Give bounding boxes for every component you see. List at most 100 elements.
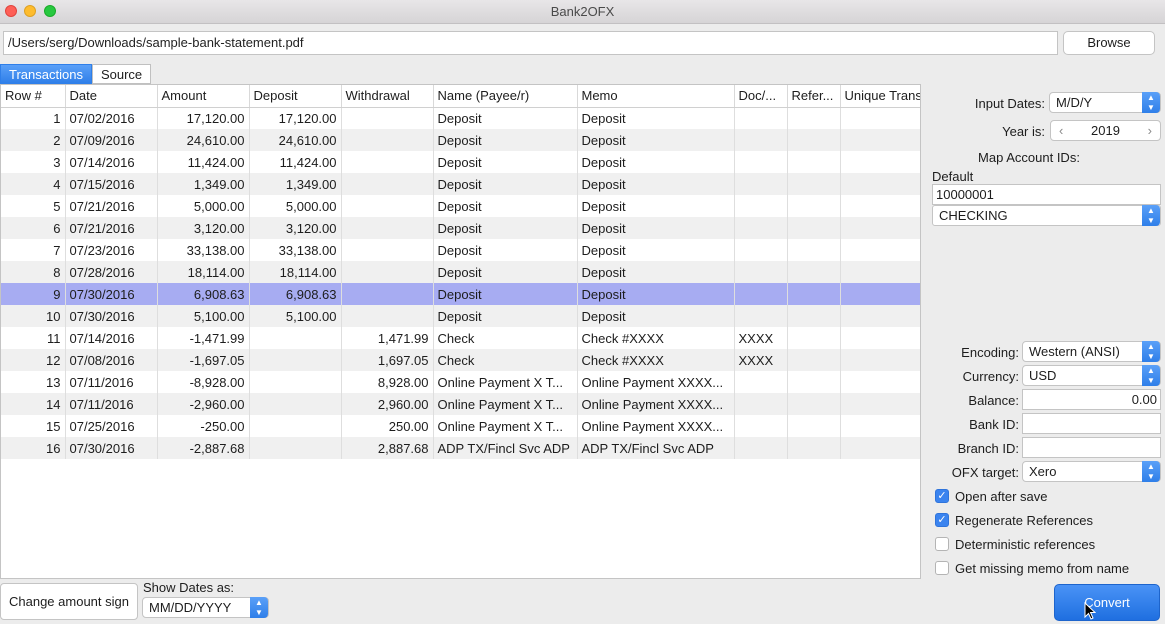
checkbox-icon[interactable] xyxy=(935,561,949,575)
table-cell[interactable]: 1,471.99 xyxy=(341,327,434,349)
table-cell[interactable] xyxy=(341,151,434,173)
table-cell[interactable]: 5 xyxy=(1,195,66,217)
file-path-input[interactable]: /Users/serg/Downloads/sample-bank-statem… xyxy=(3,31,1058,55)
table-cell[interactable]: 6,908.63 xyxy=(157,283,250,305)
table-cell[interactable]: 1,349.00 xyxy=(157,173,250,195)
column-header[interactable]: Doc/... xyxy=(734,85,788,108)
transactions-table[interactable]: Row # Date Amount Deposit Withdrawal Name (Pa… xyxy=(0,84,921,579)
table-cell[interactable]: 5,000.00 xyxy=(157,195,250,217)
table-cell[interactable]: 12 xyxy=(1,349,66,371)
table-cell[interactable]: Online Payment XXXX... xyxy=(577,415,735,437)
table-cell[interactable] xyxy=(840,107,920,129)
table-cell[interactable]: 07/21/2016 xyxy=(65,217,158,239)
table-cell[interactable] xyxy=(787,261,841,283)
table-cell[interactable] xyxy=(249,437,342,459)
table-cell[interactable]: 2,960.00 xyxy=(341,393,434,415)
table-row[interactable]: 3 07/14/2016 11,424.00 11,424.00 Deposit Depo… xyxy=(1,151,920,173)
table-cell[interactable]: 11,424.00 xyxy=(157,151,250,173)
table-row[interactable]: 13 07/11/2016 -8,928.00 8,928.00 Online Paym… xyxy=(1,371,920,393)
table-cell[interactable] xyxy=(840,195,920,217)
table-row[interactable]: 9 07/30/2016 6,908.63 6,908.63 Deposit Deposi… xyxy=(1,283,920,305)
table-cell[interactable] xyxy=(787,393,841,415)
table-cell[interactable]: 5,100.00 xyxy=(249,305,342,327)
table-row[interactable]: 12 07/08/2016 -1,697.05 1,697.05 Check Check … xyxy=(1,349,920,371)
table-cell[interactable] xyxy=(734,261,788,283)
table-cell[interactable]: 07/15/2016 xyxy=(65,173,158,195)
table-row[interactable]: 16 07/30/2016 -2,887.68 2,887.68 ADP TX/Finc… xyxy=(1,437,920,459)
checkbox-icon[interactable] xyxy=(935,537,949,551)
table-cell[interactable] xyxy=(840,437,920,459)
table-cell[interactable]: Deposit xyxy=(577,195,735,217)
table-cell[interactable]: 2 xyxy=(1,129,66,151)
table-row[interactable]: 2 07/09/2016 24,610.00 24,610.00 Deposit Depo… xyxy=(1,129,920,151)
table-cell[interactable]: Deposit xyxy=(577,217,735,239)
table-row[interactable]: 14 07/11/2016 -2,960.00 2,960.00 Online Paym… xyxy=(1,393,920,415)
table-cell[interactable]: 15 xyxy=(1,415,66,437)
table-cell[interactable]: 07/02/2016 xyxy=(65,107,158,129)
column-header[interactable]: Name (Payee/r) xyxy=(433,85,578,108)
table-cell[interactable]: ADP TX/Fincl Svc ADP xyxy=(577,437,735,459)
table-cell[interactable]: 07/30/2016 xyxy=(65,437,158,459)
table-cell[interactable] xyxy=(341,283,434,305)
table-cell[interactable] xyxy=(840,305,920,327)
table-cell[interactable] xyxy=(787,151,841,173)
table-cell[interactable]: 07/11/2016 xyxy=(65,393,158,415)
table-cell[interactable]: 5,100.00 xyxy=(157,305,250,327)
table-row[interactable]: 11 07/14/2016 -1,471.99 1,471.99 Check Check … xyxy=(1,327,920,349)
table-cell[interactable]: 2,887.68 xyxy=(341,437,434,459)
column-header[interactable]: Memo xyxy=(577,85,735,108)
table-cell[interactable]: 07/28/2016 xyxy=(65,261,158,283)
table-cell[interactable]: 8 xyxy=(1,261,66,283)
table-cell[interactable] xyxy=(341,305,434,327)
table-cell[interactable]: Deposit xyxy=(433,107,578,129)
table-cell[interactable]: 11,424.00 xyxy=(249,151,342,173)
table-cell[interactable]: 07/11/2016 xyxy=(65,371,158,393)
table-cell[interactable] xyxy=(840,261,920,283)
table-row[interactable]: 8 07/28/2016 18,114.00 18,114.00 Deposit Depo… xyxy=(1,261,920,283)
table-cell[interactable] xyxy=(734,283,788,305)
table-cell[interactable]: XXXX xyxy=(734,349,788,371)
table-cell[interactable]: 1,697.05 xyxy=(341,349,434,371)
table-cell[interactable]: 10 xyxy=(1,305,66,327)
deterministic-references-checkbox[interactable]: Deterministic references xyxy=(935,535,1095,553)
table-cell[interactable] xyxy=(787,415,841,437)
table-cell[interactable] xyxy=(787,305,841,327)
table-cell[interactable] xyxy=(840,327,920,349)
ofx-target-select[interactable]: Xero ▲ ▼ xyxy=(1022,461,1161,482)
table-cell[interactable]: Check #XXXX xyxy=(577,327,735,349)
table-row[interactable]: 7 07/23/2016 33,138.00 33,138.00 Deposit Depo… xyxy=(1,239,920,261)
table-cell[interactable]: Deposit xyxy=(577,305,735,327)
browse-button[interactable]: Browse xyxy=(1063,31,1155,55)
table-cell[interactable]: Deposit xyxy=(433,261,578,283)
table-cell[interactable] xyxy=(341,195,434,217)
table-cell[interactable]: 24,610.00 xyxy=(157,129,250,151)
table-cell[interactable] xyxy=(734,371,788,393)
table-cell[interactable]: 8,928.00 xyxy=(341,371,434,393)
regenerate-references-checkbox[interactable]: ✓ Regenerate References xyxy=(935,511,1093,529)
table-cell[interactable]: Check xyxy=(433,349,578,371)
account-type-select[interactable]: CHECKING ▲ ▼ xyxy=(932,205,1161,226)
table-cell[interactable]: 14 xyxy=(1,393,66,415)
chevron-right-icon[interactable]: › xyxy=(1148,121,1152,140)
table-cell[interactable]: Online Payment XXXX... xyxy=(577,393,735,415)
table-cell[interactable] xyxy=(734,437,788,459)
table-cell[interactable] xyxy=(840,173,920,195)
table-cell[interactable]: Deposit xyxy=(577,239,735,261)
column-header[interactable]: Amount xyxy=(157,85,250,108)
table-cell[interactable]: 6,908.63 xyxy=(249,283,342,305)
column-header[interactable]: Refer... xyxy=(787,85,841,108)
table-row[interactable]: 15 07/25/2016 -250.00 250.00 Online Payment … xyxy=(1,415,920,437)
table-cell[interactable]: 5,000.00 xyxy=(249,195,342,217)
open-after-save-checkbox[interactable]: ✓ Open after save xyxy=(935,487,1048,505)
table-cell[interactable] xyxy=(734,239,788,261)
table-cell[interactable] xyxy=(787,129,841,151)
table-cell[interactable]: 3,120.00 xyxy=(157,217,250,239)
table-cell[interactable]: 07/23/2016 xyxy=(65,239,158,261)
table-cell[interactable]: XXXX xyxy=(734,327,788,349)
table-cell[interactable] xyxy=(787,239,841,261)
table-cell[interactable]: -250.00 xyxy=(157,415,250,437)
convert-button[interactable]: Convert xyxy=(1054,584,1160,621)
table-cell[interactable]: Deposit xyxy=(433,151,578,173)
table-cell[interactable] xyxy=(734,195,788,217)
column-header[interactable]: Date xyxy=(65,85,158,108)
